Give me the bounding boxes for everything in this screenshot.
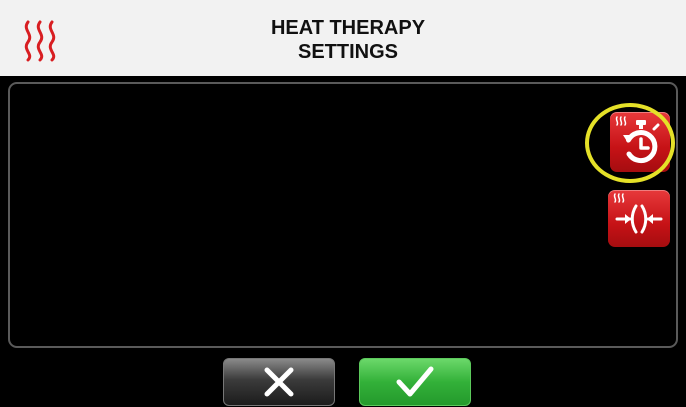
- heat-compress-button[interactable]: [608, 190, 670, 247]
- highlight-ring: [585, 103, 675, 183]
- checkmark-icon: [396, 366, 434, 397]
- title-line-2: SETTINGS: [297, 41, 398, 63]
- heat-compress-icon: [613, 193, 663, 234]
- settings-panel: [8, 82, 678, 348]
- heat-waves-icon: [20, 18, 64, 62]
- header-bar: HEAT THERAPY SETTINGS: [0, 0, 686, 76]
- page-title: HEAT THERAPY SETTINGS: [218, 16, 478, 64]
- confirm-button[interactable]: [359, 358, 471, 406]
- cancel-button[interactable]: [223, 358, 335, 406]
- close-icon: [264, 367, 294, 397]
- title-line-1: HEAT THERAPY: [270, 17, 426, 39]
